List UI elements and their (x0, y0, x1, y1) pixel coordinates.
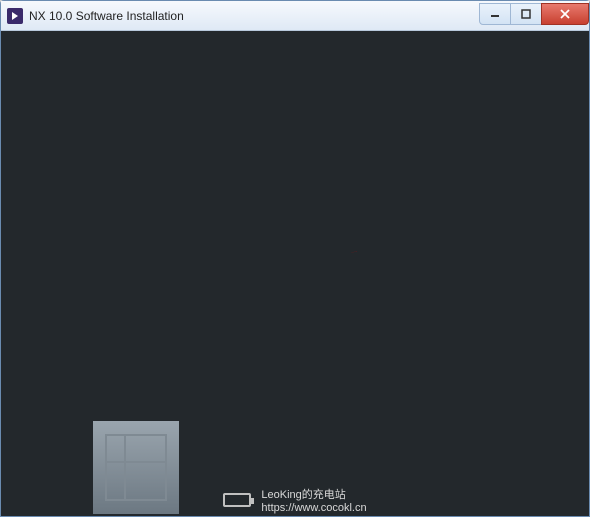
maximize-button[interactable] (510, 3, 542, 25)
grid-tile (1, 31, 589, 516)
installer-window: NX 10.0 Software Installation SIEMENS (0, 0, 590, 517)
window-title: NX 10.0 Software Installation (29, 9, 480, 23)
close-button[interactable] (541, 3, 589, 25)
image-grid: SIEMENS (1, 31, 361, 516)
app-icon (7, 8, 23, 24)
grid-tile (93, 421, 179, 514)
minimize-button[interactable] (479, 3, 511, 25)
grid-tile (183, 421, 269, 514)
titlebar: NX 10.0 Software Installation (1, 1, 589, 31)
window-controls (480, 3, 589, 25)
content-area: SIEMENS NX 10.0 (1, 31, 589, 516)
